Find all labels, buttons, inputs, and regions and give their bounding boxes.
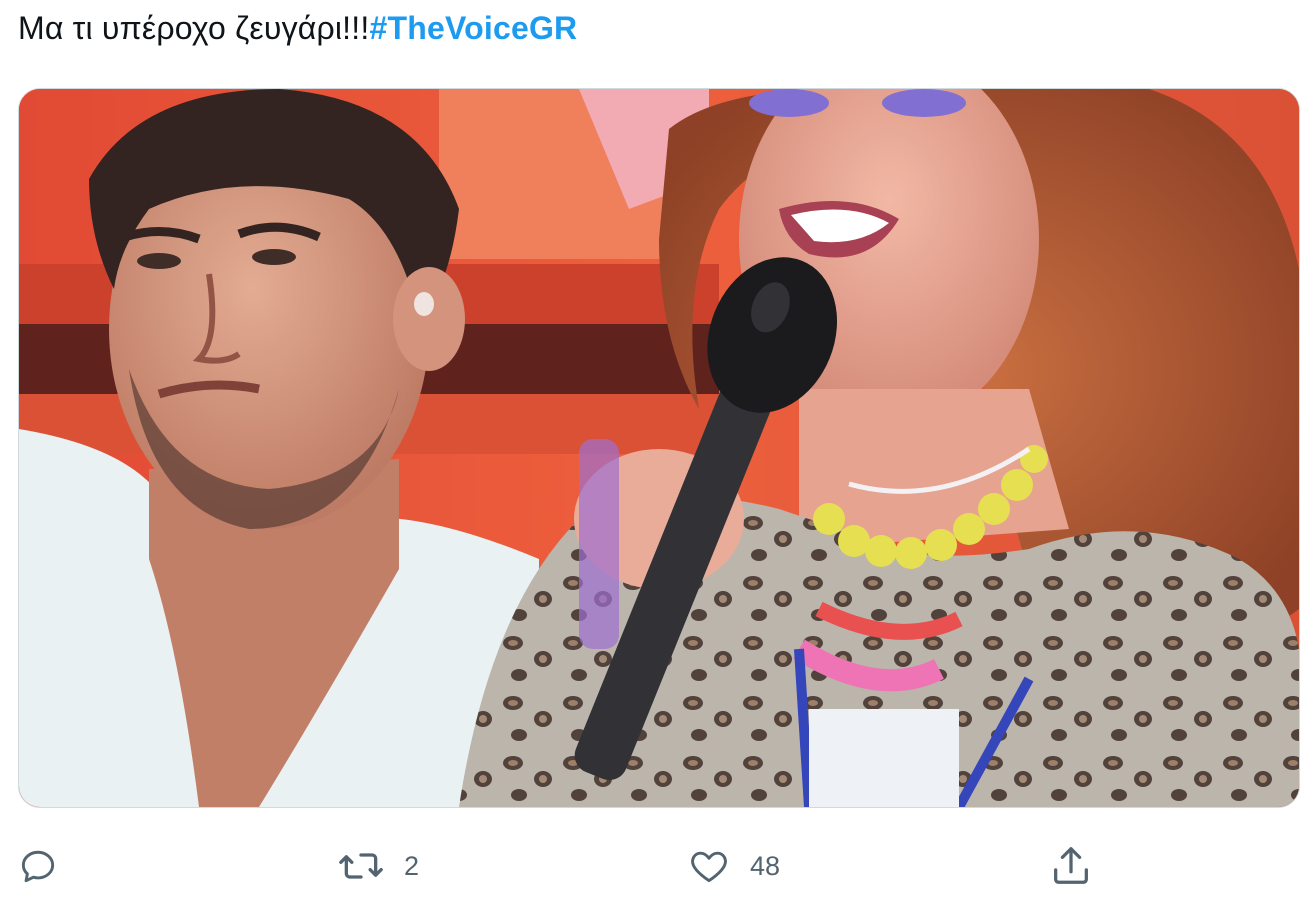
like-count: 48 — [750, 850, 781, 881]
reply-button[interactable] — [16, 836, 78, 896]
heart-icon — [691, 851, 727, 883]
retweet-count: 2 — [404, 850, 420, 881]
reply-icon — [21, 850, 55, 883]
hashtag-link[interactable]: #TheVoiceGR — [369, 10, 577, 46]
photo-illustration — [19, 89, 1299, 807]
tweet-photo[interactable] — [18, 88, 1300, 808]
retweet-icon — [339, 853, 383, 879]
share-icon — [1054, 847, 1088, 884]
retweet-button[interactable]: 2 — [336, 836, 419, 896]
tweet-text: Μα τι υπέροχο ζευγάρι!!!#TheVoiceGR — [18, 6, 577, 50]
tweet-actions: 2 48 — [0, 836, 1300, 896]
share-button[interactable] — [1048, 836, 1094, 896]
tweet-body-text: Μα τι υπέροχο ζευγάρι!!! — [18, 10, 370, 46]
like-button[interactable]: 48 — [686, 836, 780, 896]
